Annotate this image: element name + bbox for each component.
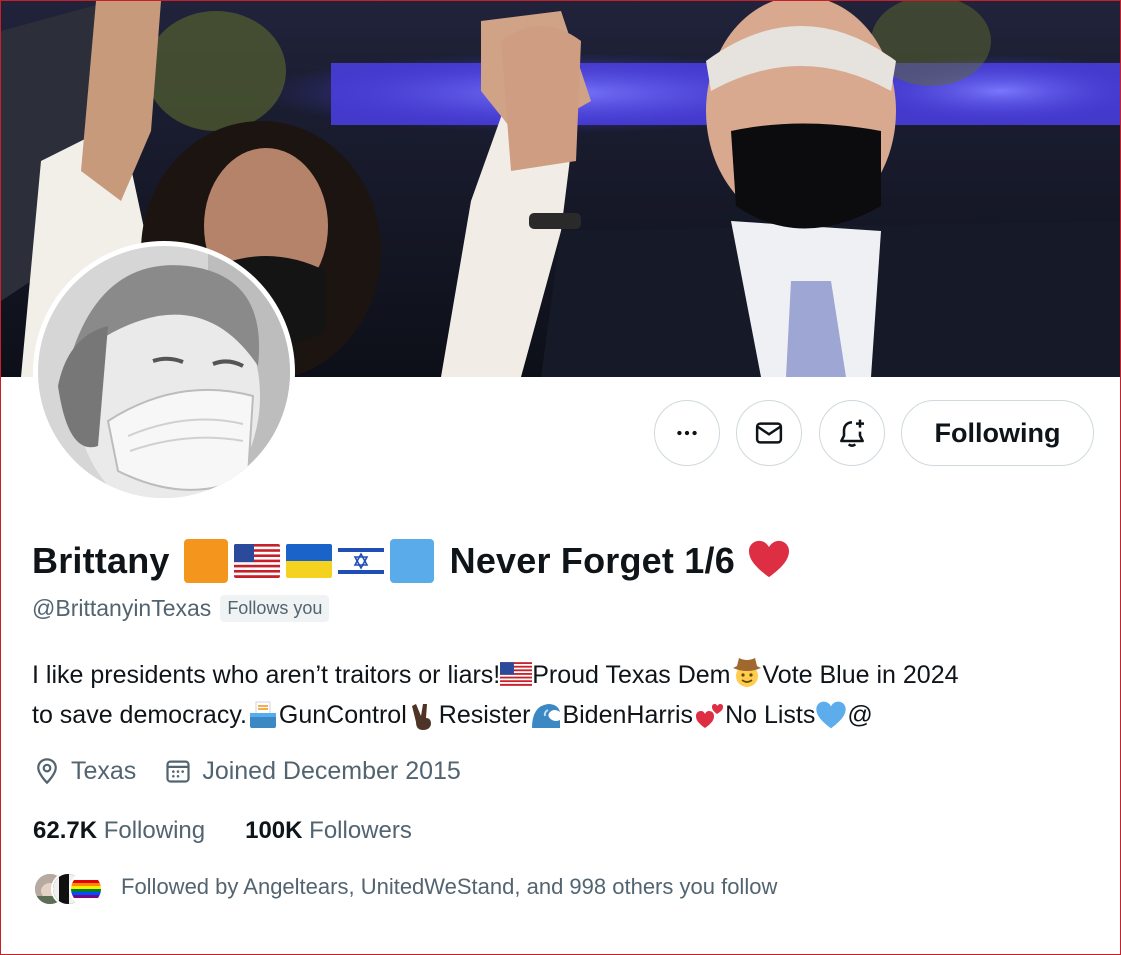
handle-row: @BrittanyinTexas Follows you [32,592,330,624]
user-handle: @BrittanyinTexas [32,594,212,621]
envelope-icon [755,422,783,444]
israel-flag-emoji [337,544,384,578]
bio-text: BidenHarris [562,701,694,729]
calendar-icon [166,760,190,783]
following-label: Following [103,817,206,844]
following-count-link[interactable]: 62.7K Following [33,817,205,845]
following-button[interactable]: Following [901,400,1094,466]
bio-mention[interactable]: @ [847,701,872,729]
blue-heart-emoji [815,700,847,729]
bell-plus-icon [840,419,864,447]
followers-count-link[interactable]: 100K Followers [245,817,412,845]
us-flag-emoji [500,660,533,688]
message-button[interactable] [736,400,802,466]
profile-avatar[interactable] [33,241,295,503]
profile-meta: Texas Joined December 2015 [33,753,489,789]
avatar [69,872,103,906]
red-heart-emoji [747,539,791,583]
following-count: 62.7K [33,817,98,844]
bio-text: Proud Texas Dem [532,661,731,689]
more-horizontal-icon [677,430,697,436]
ballot-box-emoji [247,700,279,728]
profile-bio: I like presidents who aren’t traitors or… [32,655,1092,735]
more-options-button[interactable] [654,400,720,466]
display-name-text: Brittany [32,540,170,581]
bio-text: GunControl [278,701,407,729]
ukraine-flag-emoji [285,544,332,578]
bio-text: Resister [438,701,531,729]
avatar-photo [38,246,290,498]
blue-square-emoji [389,539,434,583]
two-hearts-emoji [693,700,725,728]
display-name: Brittany Never Forget 1/6 [32,535,791,587]
profile-page: Following Brittany Never Forget 1/6 @Bri… [0,0,1121,955]
followers-label: Followers [309,817,412,844]
wave-emoji [530,700,562,728]
bio-text: I like presidents who aren’t traitors or… [32,661,501,689]
joined-text: Joined December 2015 [202,756,461,785]
us-flag-emoji [233,544,280,578]
follower-avatars [33,870,103,906]
bio-text: to save democracy. [32,701,247,729]
cowboy-emoji [731,658,763,688]
followed-by-text: Followed by Angeltears, UnitedWeStand, a… [121,874,778,899]
display-name-suffix: Never Forget 1/6 [449,540,735,581]
bio-text: No Lists [725,701,816,729]
followers-count: 100K [245,817,303,844]
follows-you-badge: Follows you [220,594,330,622]
location-text: Texas [71,756,137,785]
follow-stats: 62.7K Following 100K Followers [33,813,452,849]
bio-text: Vote Blue in 2024 [762,661,959,689]
notifications-button[interactable] [819,400,885,466]
victory-hand-emoji [407,700,439,730]
orange-square-emoji [183,539,228,583]
location-pin-icon [37,758,57,785]
followed-by-row[interactable]: Followed by Angeltears, UnitedWeStand, a… [33,869,778,906]
location: Texas [33,756,136,786]
joined-date: Joined December 2015 [164,757,461,786]
